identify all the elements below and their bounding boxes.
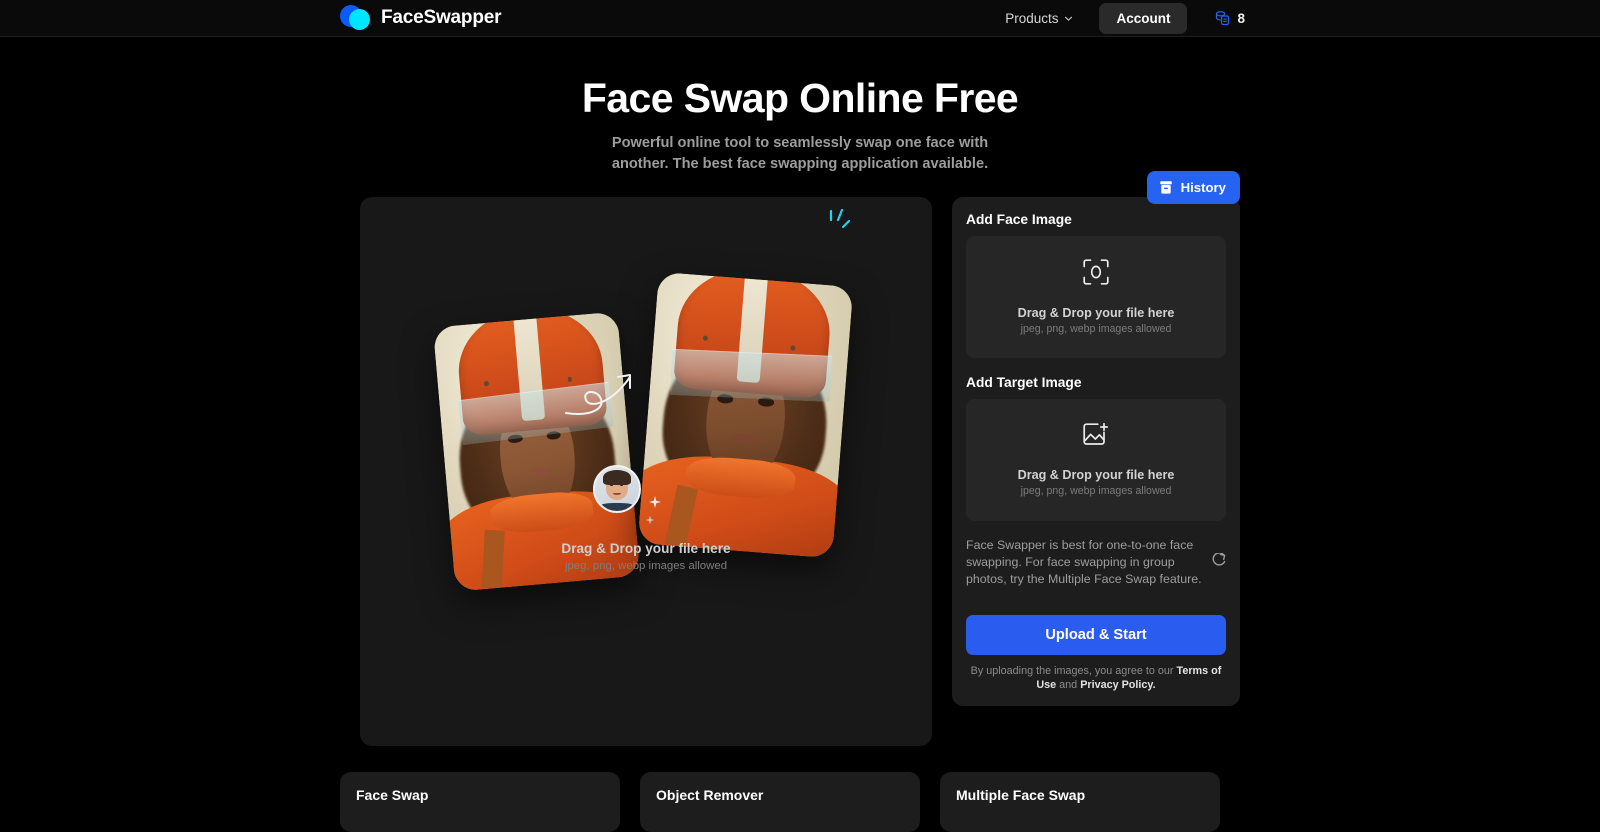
feature-card-title: Object Remover <box>656 787 764 803</box>
main-dropzone[interactable]: Drag & Drop your file here jpeg, png, we… <box>360 197 932 746</box>
faceswapper-logo-icon <box>340 5 370 31</box>
feature-card-face-swap[interactable]: Face Swap <box>340 772 620 832</box>
add-face-image-label: Add Face Image <box>966 212 1072 227</box>
chevron-down-icon <box>1065 16 1073 21</box>
hero-section: Face Swap Online Free Powerful online to… <box>0 37 1600 175</box>
face-drop-title: Drag & Drop your file here <box>1017 306 1175 320</box>
tool-stage: Drag & Drop your file here jpeg, png, we… <box>360 171 1240 746</box>
hint-text: Face Swapper is best for one-to-one face… <box>966 538 1202 586</box>
multiple-face-swap-hint: Face Swapper is best for one-to-one face… <box>966 537 1226 588</box>
main-dropzone-caption: Drag & Drop your file here jpeg, png, we… <box>360 541 932 572</box>
history-archive-icon <box>1159 181 1172 194</box>
privacy-policy-link[interactable]: Privacy Policy. <box>1080 679 1155 691</box>
history-button-label: History <box>1180 180 1226 195</box>
main-drop-subtitle: jpeg, png, webp images allowed <box>564 560 728 572</box>
credits-coin-icon <box>1216 11 1230 26</box>
sparkle-icon <box>829 209 851 229</box>
brand-name: FaceSwapper <box>381 7 502 28</box>
legal-prefix: By uploading the images, you agree to ou… <box>970 665 1177 677</box>
brand-logo-link[interactable]: FaceSwapper <box>340 5 502 31</box>
upload-and-start-button[interactable]: Upload & Start <box>966 615 1226 655</box>
history-button[interactable]: History <box>1146 171 1240 204</box>
credits-count: 8 <box>1237 10 1245 26</box>
page-title: Face Swap Online Free <box>581 75 1019 121</box>
external-link-icon[interactable] <box>1212 552 1226 572</box>
header-actions: Products Account 8 <box>995 2 1245 34</box>
main-drop-title: Drag & Drop your file here <box>561 541 731 556</box>
top-navigation-bar: FaceSwapper Products Account 8 <box>0 0 1600 37</box>
control-sidebar: History Add Face Image Drag & Drop your … <box>952 171 1240 706</box>
feature-card-title: Face Swap <box>356 787 429 803</box>
face-image-dropzone[interactable]: Drag & Drop your file here jpeg, png, we… <box>966 236 1226 358</box>
target-drop-title: Drag & Drop your file here <box>1017 468 1175 482</box>
legal-middle: and <box>1056 679 1081 691</box>
feature-cards-row: Face Swap Object Remover Multiple Face S… <box>340 772 1220 832</box>
face-drop-subtitle: jpeg, png, webp images allowed <box>1020 323 1172 335</box>
face-scan-icon <box>1083 259 1109 290</box>
feature-card-title: Multiple Face Swap <box>956 787 1086 803</box>
target-image-dropzone[interactable]: Drag & Drop your file here jpeg, png, we… <box>966 399 1226 521</box>
sparkle-icon <box>645 515 655 525</box>
feature-card-object-remover[interactable]: Object Remover <box>640 772 920 832</box>
sparkle-icon <box>649 496 661 508</box>
nav-item-products[interactable]: Products <box>995 5 1083 32</box>
page-subtitle: Powerful online tool to seamlessly swap … <box>611 135 989 172</box>
feature-card-multiple-face-swap[interactable]: Multiple Face Swap <box>940 772 1220 832</box>
account-button[interactable]: Account <box>1099 2 1188 34</box>
upload-panel: Add Face Image Drag & Drop your file her… <box>952 197 1240 706</box>
curved-arrow-icon <box>565 374 631 415</box>
image-plus-icon <box>1083 422 1109 452</box>
target-drop-subtitle: jpeg, png, webp images allowed <box>1020 485 1172 497</box>
avatar <box>593 465 641 513</box>
nav-products-label: Products <box>1005 10 1059 26</box>
legal-disclaimer: By uploading the images, you agree to ou… <box>966 664 1226 692</box>
add-target-image-label: Add Target Image <box>966 375 1082 390</box>
credits-indicator[interactable]: 8 <box>1215 10 1245 26</box>
